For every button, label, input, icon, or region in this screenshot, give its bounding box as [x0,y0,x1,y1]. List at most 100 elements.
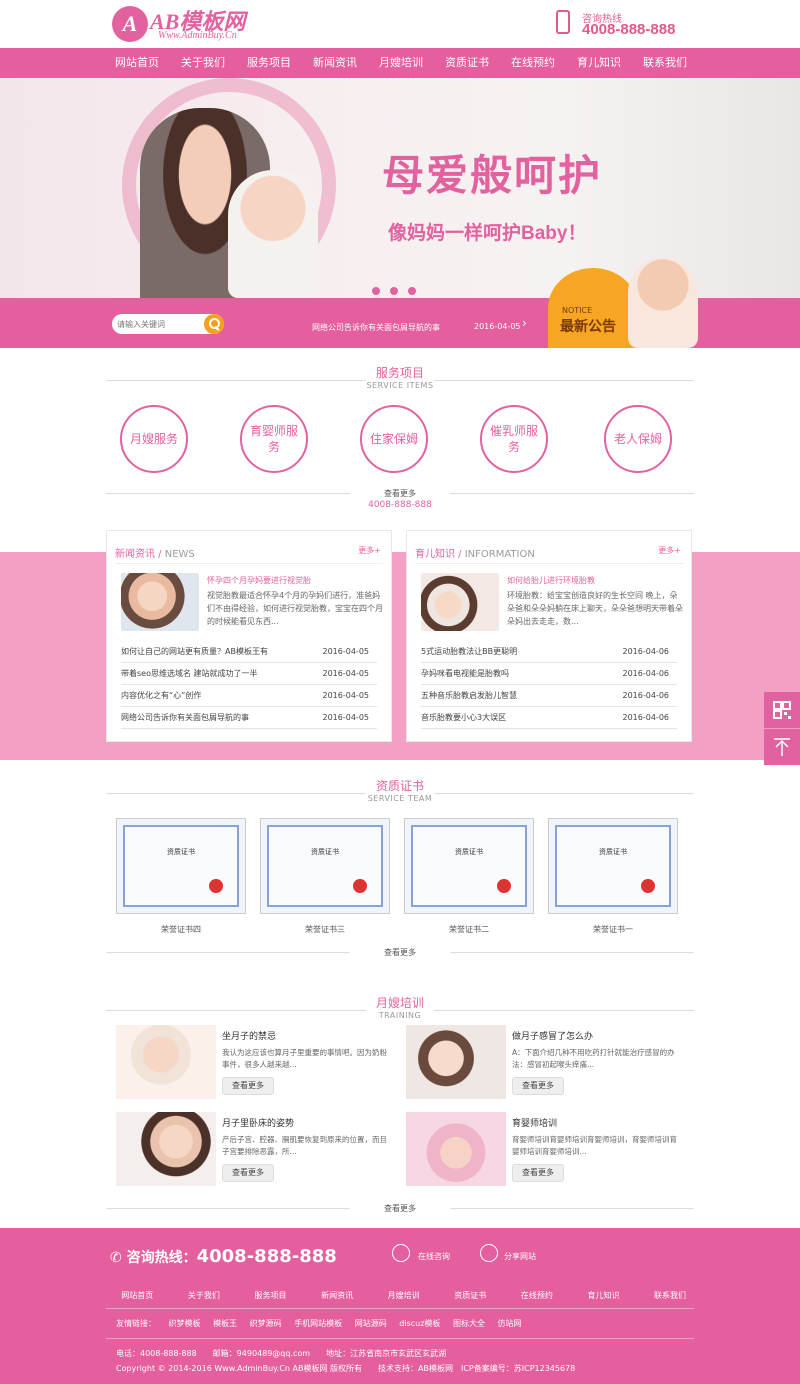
footer-nav-item[interactable]: 新闻资讯 [304,1290,371,1301]
training-image[interactable] [116,1112,216,1186]
friend-link[interactable]: 织梦源码 [250,1319,282,1328]
parenting-featured-desc: 环境胎教：给宝宝创造良好的生长空间 晚上，朵朵爸和朵朵妈躺在床上聊天，朵朵爸想明… [507,591,683,626]
footer-nav-item[interactable]: 服务项目 [237,1290,304,1301]
list-item[interactable]: 五种音乐胎教启发胎儿智慧 2016-04-06 [421,685,677,707]
training-item-title[interactable]: 做月子感冒了怎么办 [512,1029,593,1042]
slider-dot[interactable] [390,287,398,295]
slider-dot[interactable] [408,287,416,295]
news-featured-desc: 视觉胎教最适合怀孕4个月的孕妈们进行，准爸妈们不由得经验，如何进行视觉胎教，宝宝… [207,591,383,626]
list-item[interactable]: 孕妈咪看电视能是胎教吗 2016-04-06 [421,663,677,685]
training-image[interactable] [406,1112,506,1186]
friend-link[interactable]: 手机网站模板 [294,1319,342,1328]
footer-nav: 网站首页 关于我们 服务项目 新闻资讯 月嫂培训 资质证书 在线预约 育儿知识 … [104,1290,704,1306]
view-more-button[interactable]: 查看更多 [512,1164,564,1182]
share-icon[interactable] [480,1244,498,1262]
friend-links-label: 友情链接： [116,1319,156,1328]
list-item[interactable]: 网络公司告诉你有关面包屑导航的事 2016-04-05 [121,707,377,729]
certs-title: 资质证书 [365,777,434,794]
training-item: 月子里卧床的姿势 产后子宫、腔器、膈肌要恢复到原来的位置，而且子宫要排除恶露，所… [116,1112,396,1188]
nav-item[interactable]: 网站首页 [104,48,170,78]
back-to-top-icon[interactable] [764,729,800,765]
service-item[interactable]: 催乳师服务 [480,405,548,473]
services-subtitle: SERVICE ITEMS [366,381,434,390]
footer-nav-item[interactable]: 在线预约 [504,1290,571,1301]
service-item[interactable]: 育婴师服务 [240,405,308,473]
certificate-label[interactable]: 荣誉证书三 [260,924,390,935]
footer-nav-item[interactable]: 育儿知识 [570,1290,637,1301]
service-item[interactable]: 住家保姆 [360,405,428,473]
footer: ✆ 咨询热线：4008-888-888 在线咨询 分享网站 网站首页 关于我们 … [0,1228,800,1384]
search-icon[interactable] [204,314,224,334]
news-more-link[interactable]: 更多+ [358,545,381,556]
services-more-link[interactable]: 查看更多 [350,488,450,499]
parenting-more-link[interactable]: 更多+ [658,545,681,556]
service-item[interactable]: 月嫂服务 [120,405,188,473]
training-more-link[interactable]: 查看更多 [350,1203,450,1214]
share-site-link[interactable]: 分享网站 [504,1251,536,1262]
certs-gallery: 资质证书 资质证书 资质证书 资质证书 [116,818,686,918]
list-item[interactable]: 音乐胎教要小心3大误区 2016-04-06 [421,707,677,729]
slider-dot[interactable] [372,287,380,295]
certificate-image[interactable]: 资质证书 [404,818,534,914]
training-item-title[interactable]: 月子里卧床的姿势 [222,1116,294,1129]
footer-nav-item[interactable]: 资质证书 [437,1290,504,1301]
training-item-title[interactable]: 坐月子的禁忌 [222,1029,276,1042]
view-more-button[interactable]: 查看更多 [222,1164,274,1182]
parenting-title: 育儿知识 / INFORMATION [415,549,535,560]
footer-nav-item[interactable]: 关于我们 [171,1290,238,1301]
training-image[interactable] [116,1025,216,1099]
footer-nav-item[interactable]: 网站首页 [104,1290,171,1301]
training-image[interactable] [406,1025,506,1099]
nav-item[interactable]: 联系我们 [632,48,698,78]
nav-item[interactable]: 育儿知识 [566,48,632,78]
certs-more-link[interactable]: 查看更多 [350,947,450,958]
nav-item[interactable]: 新闻资讯 [302,48,368,78]
parenting-featured-title[interactable]: 如何给胎儿进行环境胎教 [507,575,595,586]
friend-link[interactable]: discuz模板 [399,1319,440,1328]
parenting-list: 5式运动胎教法让BB更聪明 2016-04-06 孕妈咪看电视能是胎教吗 2016-… [421,641,677,729]
friend-link[interactable]: 织梦模板 [169,1319,201,1328]
notice-item-title[interactable]: 网络公司告诉你有关面包屑导航的事 [312,322,440,333]
online-consult-link[interactable]: 在线咨询 [418,1251,450,1262]
list-item[interactable]: 5式运动胎教法让BB更聪明 2016-04-06 [421,641,677,663]
list-item[interactable]: 带着seo思维选域名 建站就成功了一半 2016-04-05 [121,663,377,685]
services-list: 月嫂服务 育婴师服务 住家保姆 催乳师服务 老人保姆 [120,405,690,473]
nav-item[interactable]: 月嫂培训 [368,48,434,78]
search-input[interactable] [112,314,206,334]
news-featured-title[interactable]: 怀孕四个月孕妈要进行视觉胎 [207,575,311,586]
certificate-label[interactable]: 荣誉证书四 [116,924,246,935]
view-more-button[interactable]: 查看更多 [512,1077,564,1095]
list-item[interactable]: 如何让自己的网站更有质量？AB模板王有 2016-04-05 [121,641,377,663]
nav-item[interactable]: 资质证书 [434,48,500,78]
service-item[interactable]: 老人保姆 [604,405,672,473]
certificate-image[interactable]: 资质证书 [260,818,390,914]
services-title: 服务项目 [365,364,434,381]
training-item-title[interactable]: 育婴师培训 [512,1116,557,1129]
notice-badge-en: NOTICE [562,306,593,315]
chat-icon[interactable] [392,1244,410,1262]
training-subtitle: TRAINING [378,1011,422,1020]
nav-item[interactable]: 在线预约 [500,48,566,78]
certs-heading: 资质证书 SERVICE TEAM [106,775,694,803]
friend-link[interactable]: 模板王 [213,1319,237,1328]
logo[interactable]: A AB模板网 Www.AdminBuy.Cn [112,4,292,44]
nav-item[interactable]: 关于我们 [170,48,236,78]
chevron-right-icon[interactable]: › [522,316,527,330]
parenting-featured-image[interactable] [421,573,499,631]
news-featured-image[interactable] [121,573,199,631]
nav-item[interactable]: 服务项目 [236,48,302,78]
footer-nav-item[interactable]: 联系我们 [637,1290,704,1301]
certificate-image[interactable]: 资质证书 [548,818,678,914]
certificate-label[interactable]: 荣誉证书二 [404,924,534,935]
friend-link[interactable]: 网站源码 [355,1319,387,1328]
friend-link[interactable]: 仿站网 [498,1319,522,1328]
hotline-number: 4008-888-888 [582,21,676,38]
footer-nav-item[interactable]: 月嫂培训 [370,1290,437,1301]
qrcode-icon[interactable] [764,692,800,728]
certificate-label[interactable]: 荣誉证书一 [548,924,678,935]
view-more-button[interactable]: 查看更多 [222,1077,274,1095]
friend-links: 友情链接： 织梦模板 模板王 织梦源码 手机网站模板 网站源码 discuz模板… [116,1318,532,1329]
certificate-image[interactable]: 资质证书 [116,818,246,914]
list-item[interactable]: 内容优化之有“心”创作 2016-04-05 [121,685,377,707]
friend-link[interactable]: 图标大全 [453,1319,485,1328]
